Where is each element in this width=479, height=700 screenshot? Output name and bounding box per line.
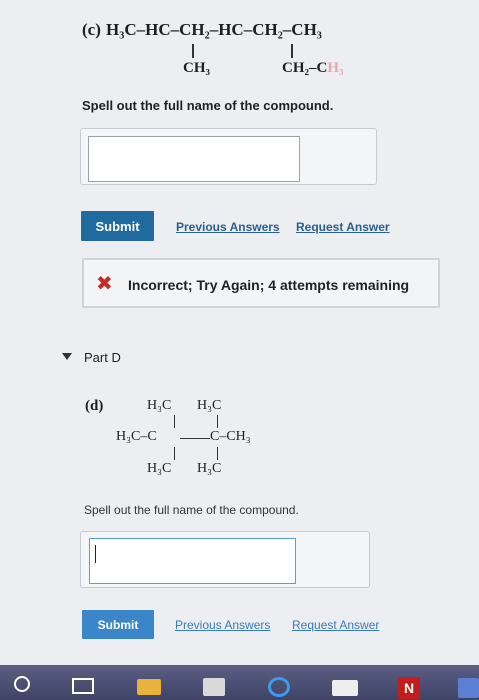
part-c-answer-input[interactable]: [88, 136, 300, 182]
bond-line: [174, 415, 176, 428]
part-c-previous-answers-link[interactable]: Previous Answers: [176, 220, 280, 234]
part-d-answer-input[interactable]: [89, 538, 296, 584]
part-d-bottom-right: H₃C: [197, 461, 222, 476]
part-c-formula-main: H₃C–HC–CH₂–HC–CH₂–CH₃: [106, 20, 322, 39]
feedback-box: ✖ Incorrect; Try Again; 4 attempts remai…: [82, 258, 440, 308]
bond-line: [291, 44, 293, 58]
part-d-top-right: H₃C: [197, 398, 222, 413]
text-cursor: [95, 545, 96, 563]
part-d-bottom-left: H₃C: [147, 461, 172, 476]
part-d-previous-answers-link[interactable]: Previous Answers: [175, 618, 270, 632]
bond-line: [217, 415, 219, 428]
part-d-label: (d): [85, 398, 104, 414]
bond-line: [217, 447, 219, 460]
store-icon[interactable]: [203, 678, 225, 696]
start-icon[interactable]: [14, 676, 30, 692]
part-c-prompt: Spell out the full name of the compound.: [82, 98, 334, 113]
part-d-top-left: H₃C: [147, 398, 172, 413]
part-d-mid-right: C–CH₃: [210, 429, 251, 444]
edge-icon[interactable]: [268, 677, 290, 697]
part-c-submit-button[interactable]: Submit: [81, 211, 154, 241]
part-c-branch-2: CH₂–CH₃: [282, 60, 344, 76]
part-d-title[interactable]: Part D: [84, 350, 121, 365]
caret-down-icon[interactable]: [62, 353, 72, 360]
part-c-branch-1: CH₃: [183, 60, 210, 76]
error-x-icon: ✖: [96, 273, 113, 295]
part-d-mid-left: H₃C–C: [116, 429, 157, 444]
part-c-request-answer-link[interactable]: Request Answer: [296, 220, 390, 234]
bond-line: [174, 447, 176, 460]
bond-line: [180, 438, 210, 440]
part-d-submit-button[interactable]: Submit: [82, 610, 154, 639]
file-explorer-icon[interactable]: [137, 679, 161, 695]
mail-icon[interactable]: [332, 680, 358, 696]
netflix-icon[interactable]: N: [398, 677, 420, 699]
part-c-label: (c): [82, 20, 101, 39]
task-view-icon[interactable]: [72, 678, 94, 694]
feedback-text: Incorrect; Try Again; 4 attempts remaini…: [128, 277, 410, 293]
teams-icon[interactable]: [458, 678, 479, 698]
bond-line: [192, 44, 194, 58]
part-d-prompt: Spell out the full name of the compound.: [84, 503, 299, 517]
part-d-request-answer-link[interactable]: Request Answer: [292, 618, 379, 632]
